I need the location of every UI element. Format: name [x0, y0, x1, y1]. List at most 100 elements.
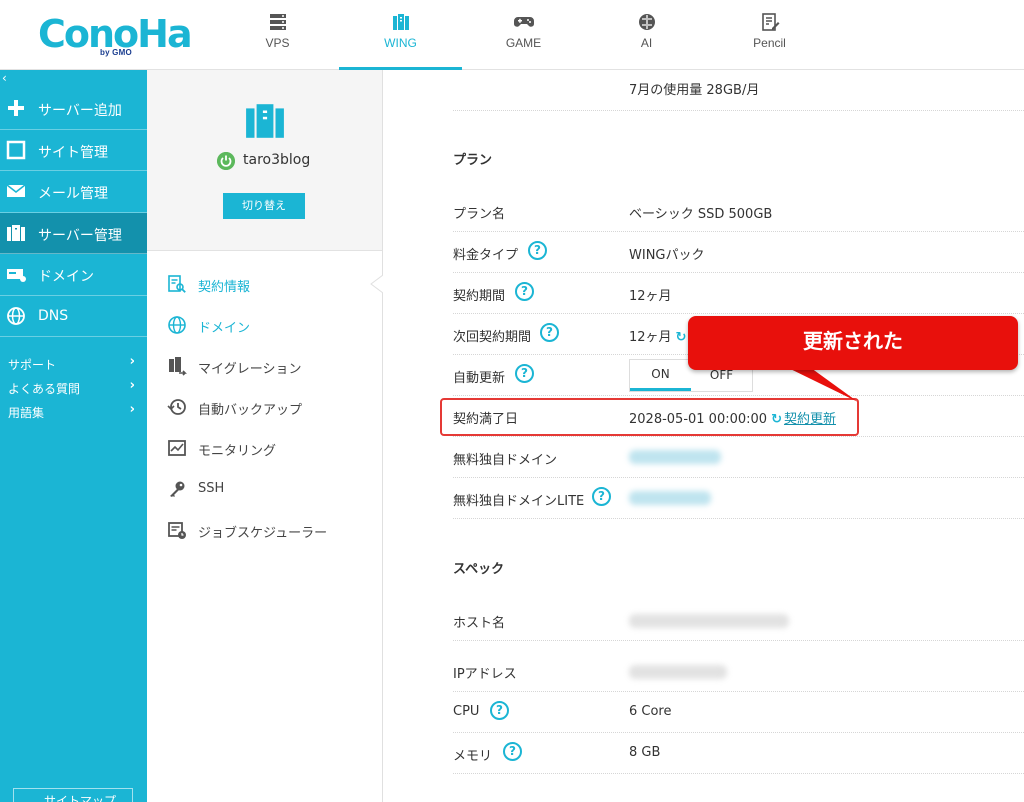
ip-redacted	[629, 665, 727, 679]
sidebar-item-domain[interactable]: ドメイン	[0, 254, 147, 296]
help-icon[interactable]: ?	[503, 742, 522, 761]
help-icon[interactable]: ?	[515, 364, 534, 383]
plan-name-value: ベーシック SSD 500GB	[629, 207, 773, 222]
submenu-item-monitoring[interactable]: モニタリング	[147, 430, 382, 471]
sidebar-link-support[interactable]: サポート ›	[0, 352, 147, 376]
usage-value: 7月の使用量 28GB/月	[629, 83, 760, 98]
key-icon	[170, 481, 185, 497]
cpu-label: CPU	[453, 704, 480, 719]
gamepad-icon	[513, 17, 534, 27]
contract-search-icon	[168, 275, 186, 293]
globe-icon	[168, 316, 186, 334]
contract-period-row: 契約期間 ? 12ヶ月	[453, 273, 1024, 314]
help-icon[interactable]: ?	[540, 323, 559, 342]
help-icon[interactable]: ?	[490, 701, 509, 720]
product-nav: VPS WING GAME AI Pencil	[216, 0, 831, 70]
top-header: ConoHa by GMO VPS WING GAME AI Pencil	[0, 0, 1024, 70]
plan-name-label: プラン名	[453, 207, 506, 222]
ip-label: IPアドレス	[453, 667, 517, 682]
tab-pencil[interactable]: Pencil	[708, 0, 831, 70]
submenu-item-backup[interactable]: 自動バックアップ	[147, 389, 382, 430]
submenu-item-domain[interactable]: ドメイン	[147, 307, 382, 348]
free-domain-lite-label: 無料独自ドメインLITE	[453, 494, 585, 509]
mail-icon	[6, 184, 26, 197]
submenu-item-scheduler[interactable]: ジョブスケジューラー	[147, 512, 382, 553]
sidebar-menu: サーバー追加 サイト管理 メール管理 サーバー管理 ドメイン DNS	[0, 88, 147, 337]
help-icon[interactable]: ?	[528, 241, 547, 260]
sitemap-button[interactable]: サイトマップ	[13, 788, 133, 802]
free-domain-lite-redacted	[629, 491, 711, 505]
tab-game[interactable]: GAME	[462, 0, 585, 70]
tab-wing[interactable]: WING	[339, 0, 462, 70]
cpu-value: 6 Core	[629, 704, 672, 719]
window-icon	[6, 140, 26, 159]
sidebar-collapse-button[interactable]: ‹	[2, 72, 7, 84]
host-redacted	[629, 614, 789, 628]
sidebar-item-server[interactable]: サーバー管理	[0, 212, 147, 254]
sidebar-item-label: メール管理	[38, 186, 108, 202]
wing-server-icon	[246, 104, 284, 138]
backup-clock-icon	[167, 399, 186, 415]
next-period-label: 次回契約期間	[453, 330, 532, 345]
updated-callout: 更新された	[688, 316, 1018, 370]
tab-ai[interactable]: AI	[585, 0, 708, 70]
sidebar-link-glossary[interactable]: 用語集 ›	[0, 400, 147, 424]
server-submenu: 契約情報 ドメイン マイグレーション 自動バックアップ モニタリング SSH ジ…	[147, 266, 382, 553]
sidebar-item-site[interactable]: サイト管理	[0, 130, 147, 171]
cpu-row: CPU ? 6 Core	[453, 692, 1024, 733]
help-icon[interactable]: ?	[592, 487, 611, 506]
next-period-value: 12ヶ月 ↻	[629, 326, 688, 345]
ip-row: IPアドレス	[453, 651, 1024, 692]
submenu-item-label: マイグレーション	[198, 362, 302, 377]
fee-type-label: 料金タイプ	[453, 248, 519, 263]
spec-section-title: スペック	[453, 562, 505, 577]
host-row: ホスト名	[453, 600, 1024, 641]
tab-wing-label: WING	[384, 36, 417, 50]
sidebar-item-label: ドメイン	[38, 269, 94, 285]
sidebar-item-add-server[interactable]: サーバー追加	[0, 88, 147, 130]
logo-subtext: by GMO	[100, 48, 132, 57]
active-pointer-arrow	[370, 275, 383, 293]
memory-value: 8 GB	[629, 745, 661, 760]
sidebar-links: サポート › よくある質問 › 用語集 ›	[0, 352, 147, 424]
plan-section-title: プラン	[453, 153, 493, 168]
refresh-icon[interactable]: ↻	[676, 330, 687, 345]
free-domain-redacted	[629, 450, 721, 464]
migration-icon	[169, 357, 187, 376]
server-submenu-panel: taro3blog 切り替え 契約情報 ドメイン マイグレーション 自動バックア…	[147, 70, 383, 802]
globe-icon	[7, 306, 25, 325]
submenu-item-label: 自動バックアップ	[198, 403, 303, 418]
switch-server-button[interactable]: 切り替え	[223, 193, 305, 219]
contract-details: 7月の使用量 28GB/月 プラン プラン名 ベーシック SSD 500GB 料…	[383, 70, 1024, 802]
server-stack-icon	[269, 14, 286, 30]
wing-server-icon	[392, 14, 409, 30]
fee-type-value: WINGパック	[629, 248, 705, 263]
chevron-right-icon: ›	[129, 402, 135, 417]
submenu-item-label: ドメイン	[198, 321, 251, 336]
submenu-item-label: ジョブスケジューラー	[198, 526, 328, 541]
tab-game-label: GAME	[505, 36, 542, 50]
contract-period-label: 契約期間	[453, 289, 506, 304]
pencil-note-icon	[761, 13, 779, 31]
host-label: ホスト名	[453, 616, 506, 631]
auto-renew-on[interactable]: ON	[630, 360, 691, 391]
fee-type-row: 料金タイプ ? WINGパック	[453, 232, 1024, 273]
help-icon[interactable]: ?	[515, 282, 534, 301]
sidebar-item-mail[interactable]: メール管理	[0, 171, 147, 213]
sidebar-item-label: サイト管理	[38, 144, 108, 161]
free-domain-row: 無料独自ドメイン	[453, 437, 1024, 478]
sidebar-link-label: サポート	[8, 358, 57, 372]
submenu-item-migration[interactable]: マイグレーション	[147, 348, 382, 389]
submenu-item-contract[interactable]: 契約情報	[147, 266, 382, 307]
tab-vps[interactable]: VPS	[216, 0, 339, 70]
memory-row: メモリ ? 8 GB	[453, 733, 1024, 774]
conoha-logo[interactable]: ConoHa by GMO	[38, 12, 193, 58]
chevron-right-icon: ›	[129, 378, 135, 393]
sidebar-item-label: サーバー管理	[38, 227, 122, 244]
submenu-item-ssh[interactable]: SSH	[147, 471, 382, 512]
sidebar-item-dns[interactable]: DNS	[0, 296, 147, 337]
usage-row: 7月の使用量 28GB/月	[453, 70, 1024, 111]
sidebar-link-faq[interactable]: よくある質問 ›	[0, 376, 147, 400]
free-domain-label: 無料独自ドメイン	[453, 453, 558, 468]
next-period-text: 12ヶ月	[629, 330, 672, 345]
